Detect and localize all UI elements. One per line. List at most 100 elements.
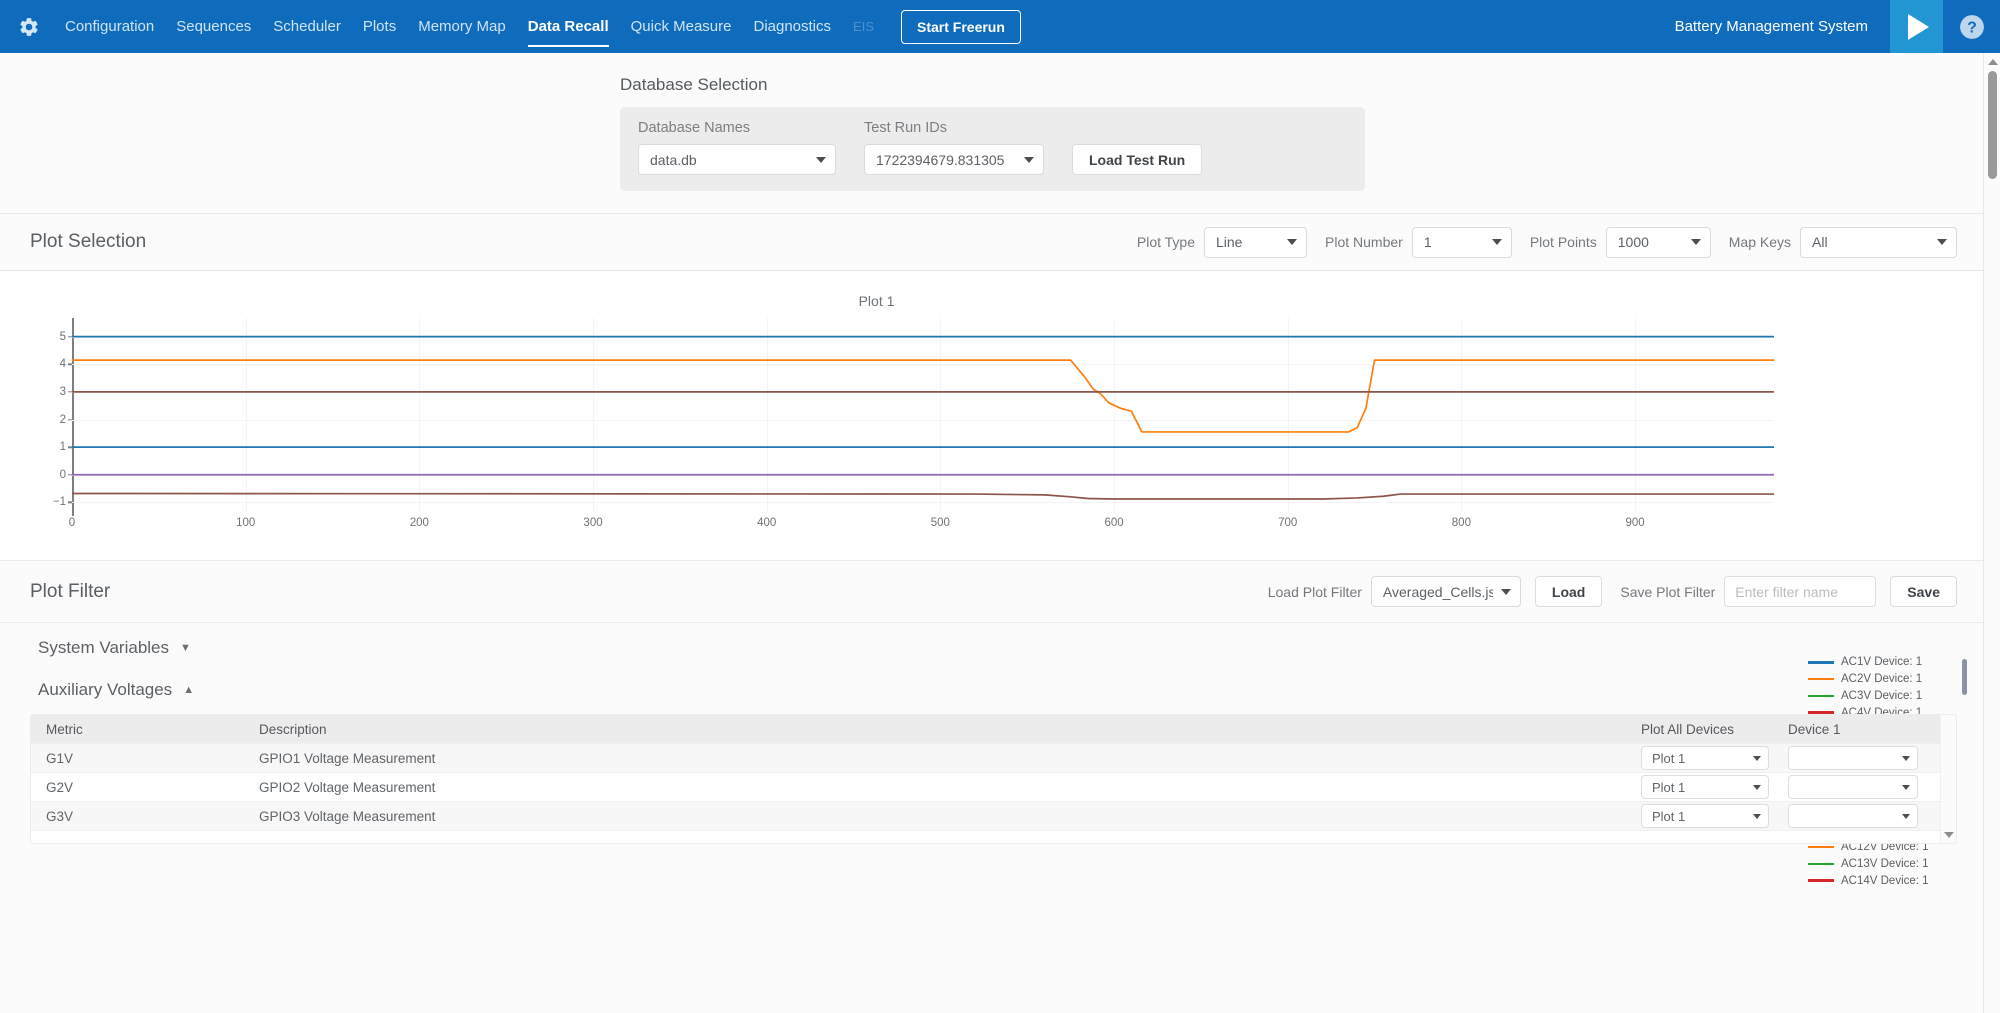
database-selection-title: Database Selection: [620, 75, 1983, 95]
load-plot-filter-label: Load Plot Filter: [1268, 584, 1362, 600]
column-header-metric: Metric: [31, 722, 259, 737]
help-icon: ?: [1959, 14, 1985, 40]
chart-series-lines: [72, 318, 1774, 512]
legend-item[interactable]: AC13V Device: 1: [1808, 856, 1958, 873]
device-1-select[interactable]: [1788, 746, 1918, 770]
page-scrollbar[interactable]: [1983, 53, 2000, 1013]
page-scrollbar-thumb[interactable]: [1988, 71, 1997, 179]
legend-item[interactable]: AC2V Device: 1: [1808, 671, 1958, 688]
save-filter-button[interactable]: Save: [1890, 576, 1957, 607]
table-rows: G1VGPIO1 Voltage MeasurementPlot 1G2VGPI…: [31, 744, 1956, 831]
load-test-run-button[interactable]: Load Test Run: [1072, 144, 1202, 175]
y-tick-label: 5: [60, 331, 66, 343]
group-auxiliary-voltages[interactable]: Auxiliary Voltages ▲: [0, 658, 1983, 700]
nav-label: EIS: [853, 19, 874, 34]
group-system-variables[interactable]: System Variables ▼: [0, 623, 1983, 658]
x-tick-label: 800: [1452, 517, 1471, 529]
scroll-up-arrow-icon[interactable]: [1988, 59, 1998, 65]
settings-gear-button[interactable]: [0, 16, 54, 38]
column-header-device-1: Device 1: [1788, 722, 1956, 737]
nav-item-data-recall[interactable]: Data Recall: [517, 0, 620, 53]
nav-item-memory-map[interactable]: Memory Map: [407, 0, 517, 53]
nav-item-diagnostics[interactable]: Diagnostics: [742, 0, 842, 53]
chevron-down-icon: [1501, 589, 1511, 595]
chart-area: Plot 1 −1012345 010020030040050060070080…: [0, 271, 1983, 561]
plot-type-value: Line: [1216, 234, 1279, 250]
nav-item-quick-measure[interactable]: Quick Measure: [620, 0, 743, 53]
map-keys-label: Map Keys: [1729, 234, 1791, 250]
plot-all-devices-select[interactable]: Plot 1: [1641, 775, 1769, 799]
help-button[interactable]: ?: [1943, 0, 2000, 53]
test-run-ids-field: Test Run IDs 1722394679.831305: [864, 120, 1044, 175]
plot-number-value: 1: [1424, 234, 1484, 250]
legend-label: AC1V Device: 1: [1841, 656, 1922, 668]
test-run-ids-select[interactable]: 1722394679.831305: [864, 144, 1044, 175]
nav-item-sequences[interactable]: Sequences: [165, 0, 262, 53]
start-freerun-button[interactable]: Start Freerun: [901, 10, 1021, 44]
play-button[interactable]: [1890, 0, 1943, 53]
cell-plot-all-devices: Plot 1: [1641, 746, 1788, 770]
series-line: [72, 494, 1774, 500]
filter-name-input[interactable]: [1724, 576, 1876, 607]
page-body: Database Selection Database Names data.d…: [0, 53, 2000, 1013]
map-keys-select[interactable]: All: [1800, 227, 1957, 258]
legend-item[interactable]: AC3V Device: 1: [1808, 688, 1958, 705]
plot-all-devices-value: Plot 1: [1652, 780, 1745, 795]
group-label: System Variables: [38, 638, 169, 658]
plot-all-devices-select[interactable]: Plot 1: [1641, 746, 1769, 770]
legend-scrollbar-thumb[interactable]: [1962, 659, 1967, 695]
legend-item[interactable]: AC1V Device: 1: [1808, 654, 1958, 671]
y-tick-label: 2: [60, 414, 66, 426]
plot-selection-bar: Plot Selection Plot Type Line Plot Numbe…: [0, 213, 1983, 271]
y-tick-label: 4: [60, 358, 66, 370]
legend-color-swatch: [1808, 846, 1834, 849]
table-row: G1VGPIO1 Voltage MeasurementPlot 1: [31, 744, 1956, 773]
chevron-down-icon[interactable]: [1944, 832, 1954, 838]
nav-item-scheduler[interactable]: Scheduler: [262, 0, 352, 53]
chevron-down-icon: [816, 157, 826, 163]
nav-label: Plots: [363, 18, 396, 35]
x-tick-label: 900: [1625, 517, 1644, 529]
plot-points-select[interactable]: 1000: [1606, 227, 1711, 258]
table-row: G3VGPIO3 Voltage MeasurementPlot 1: [31, 802, 1956, 831]
cell-metric: G2V: [31, 780, 259, 795]
column-header-plot-all-devices: Plot All Devices: [1641, 722, 1788, 737]
x-tick-label: 600: [1104, 517, 1123, 529]
device-1-select[interactable]: [1788, 775, 1918, 799]
legend-item[interactable]: AC14V Device: 1: [1808, 872, 1958, 889]
database-names-select[interactable]: data.db: [638, 144, 836, 175]
x-tick-label: 0: [69, 517, 75, 529]
legend-color-swatch: [1808, 695, 1834, 698]
plot-all-devices-select[interactable]: Plot 1: [1641, 804, 1769, 828]
plot-selection-title: Plot Selection: [30, 231, 146, 253]
nav-item-plots[interactable]: Plots: [352, 0, 407, 53]
test-run-ids-value: 1722394679.831305: [876, 152, 1016, 168]
cell-device-1: [1788, 775, 1956, 799]
database-selection-section: Database Selection Database Names data.d…: [0, 53, 1983, 191]
table-row: G2VGPIO2 Voltage MeasurementPlot 1: [31, 773, 1956, 802]
x-tick-label: 700: [1278, 517, 1297, 529]
nav-label: Quick Measure: [631, 18, 732, 35]
legend-color-swatch: [1808, 863, 1834, 866]
cell-device-1: [1788, 804, 1956, 828]
nav-item-configuration[interactable]: Configuration: [54, 0, 165, 53]
x-tick-label: 200: [410, 517, 429, 529]
plot-type-select[interactable]: Line: [1204, 227, 1307, 258]
chevron-down-icon: [1753, 756, 1761, 761]
load-plot-filter-value: Averaged_Cells.json: [1383, 584, 1493, 600]
legend-label: AC13V Device: 1: [1841, 858, 1929, 870]
legend-label: AC2V Device: 1: [1841, 673, 1922, 685]
database-names-field: Database Names data.db: [638, 120, 836, 175]
plot-type-label: Plot Type: [1137, 234, 1195, 250]
topbar-right-group: Battery Management System ?: [1675, 0, 2000, 53]
device-1-select[interactable]: [1788, 804, 1918, 828]
load-plot-filter-select[interactable]: Averaged_Cells.json: [1371, 576, 1521, 607]
chart-plot-area[interactable]: −1012345 0100200300400500600700800900: [72, 327, 1774, 512]
test-run-ids-label: Test Run IDs: [864, 120, 1044, 136]
plot-number-select[interactable]: 1: [1412, 227, 1512, 258]
series-line: [72, 360, 1774, 432]
table-header-row: Metric Description Plot All Devices Devi…: [31, 715, 1956, 744]
table-scrollbar[interactable]: [1940, 715, 1956, 843]
plot-filter-controls: Load Plot Filter Averaged_Cells.json Loa…: [1268, 576, 1957, 607]
load-filter-button[interactable]: Load: [1535, 576, 1602, 607]
